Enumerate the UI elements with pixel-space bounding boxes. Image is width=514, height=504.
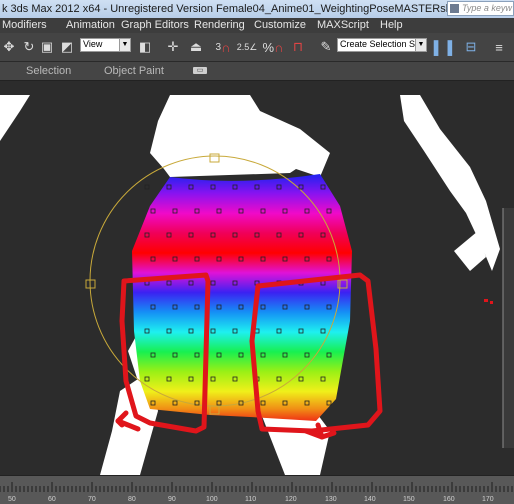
menu-bar: Modifiers Animation Graph Editors Render… — [0, 18, 514, 33]
named-selection-set-placeholder: Create Selection Se — [340, 39, 421, 49]
timeline-tick-label: 90 — [168, 496, 176, 503]
select-move-icon[interactable]: ✥ — [0, 38, 18, 56]
ribbon-bar: Selection Object Paint ▭ — [0, 62, 514, 81]
angle-snap-icon[interactable]: 2.5 ∠ — [236, 38, 258, 56]
menu-maxscript[interactable]: MAXScript — [317, 19, 369, 31]
main-toolbar: ✥ ↻ ▣ ◩ View ▼ ◧ ✛ ⏏ 3 ∩ 2.5 ∠ % ∩ ⊓ ✎ Crea… — [0, 33, 514, 62]
reference-coordinate-value: View — [83, 39, 103, 49]
timeline-tick-label: 140 — [364, 496, 376, 503]
selected-vertex-marker — [490, 301, 493, 304]
keyboard-shortcut-override-icon[interactable]: ⏏ — [187, 38, 205, 56]
menu-rendering[interactable]: Rendering — [194, 19, 245, 31]
selected-vertex-marker — [484, 299, 488, 302]
search-icon[interactable] — [450, 4, 459, 13]
percent-snap-label: % — [262, 39, 275, 55]
timeline-tick-label: 70 — [88, 496, 96, 503]
select-scale-icon[interactable]: ▣ — [38, 38, 56, 56]
chevron-down-icon: ▼ — [119, 39, 130, 51]
ribbon-toggle-icon[interactable]: ▭ — [193, 67, 207, 74]
snap-toggle-icon[interactable]: 3 ∩ — [214, 38, 232, 56]
chevron-down-icon: ▼ — [415, 39, 426, 51]
timeline-tick-label: 80 — [128, 496, 136, 503]
right-panel-edge — [503, 208, 514, 448]
search-placeholder: Type a keyw — [462, 3, 512, 13]
timeline-tick-label: 50 — [8, 496, 16, 503]
timeline-tick-label: 130 — [325, 496, 337, 503]
timeline-tick-label: 120 — [285, 496, 297, 503]
layer-manager-icon[interactable]: ≡ — [490, 38, 508, 56]
vertex-point[interactable] — [144, 184, 150, 190]
window-title: k 3ds Max 2012 x64 - Unregistered Versio… — [2, 3, 485, 15]
align-icon[interactable]: ⊟ — [462, 38, 480, 56]
reference-coordinate-select[interactable]: View ▼ — [80, 38, 131, 52]
timeline-tick-label: 60 — [48, 496, 56, 503]
timeline-tick-label: 160 — [443, 496, 455, 503]
angle-snap-label: 2.5 — [236, 42, 250, 52]
ribbon-tab-object-paint[interactable]: Object Paint — [104, 65, 164, 77]
percent-snap-icon[interactable]: % ∩ — [262, 38, 284, 56]
edit-named-selection-icon[interactable]: ✎ — [317, 38, 335, 56]
select-and-manipulate-icon[interactable]: ✛ — [164, 38, 182, 56]
timeline-tick-label: 170 — [482, 496, 494, 503]
menu-modifiers[interactable]: Modifiers — [2, 19, 47, 31]
pivot-center-icon[interactable]: ◧ — [136, 38, 154, 56]
timeline-tick-marks — [0, 482, 513, 492]
timeline-tick-label: 150 — [403, 496, 415, 503]
select-scale-variant-icon[interactable]: ◩ — [58, 38, 76, 56]
viewport-scene — [0, 95, 514, 475]
spinner-snap-icon[interactable]: ⊓ — [289, 38, 307, 56]
select-rotate-icon[interactable]: ↻ — [20, 38, 38, 56]
timeline-tick-label: 100 — [206, 496, 218, 503]
timeline-ruler[interactable]: 50 60 70 80 90 100 110 120 130 140 150 1… — [0, 475, 514, 504]
snap-toggle-label: 3 — [215, 41, 222, 53]
mirror-icon[interactable]: ▌▐ — [434, 38, 452, 56]
menu-graph-editors[interactable]: Graph Editors — [121, 19, 189, 31]
perspective-viewport[interactable] — [0, 81, 514, 475]
menu-animation[interactable]: Animation — [66, 19, 115, 31]
timeline-tick-label: 110 — [245, 496, 257, 503]
menu-help[interactable]: Help — [380, 19, 403, 31]
ribbon-tab-selection[interactable]: Selection — [26, 65, 71, 77]
search-box[interactable]: Type a keyw — [447, 1, 514, 16]
window-titlebar: k 3ds Max 2012 x64 - Unregistered Versio… — [0, 0, 514, 19]
named-selection-set-select[interactable]: Create Selection Se ▼ — [337, 38, 427, 52]
menu-customize[interactable]: Customize — [254, 19, 306, 31]
